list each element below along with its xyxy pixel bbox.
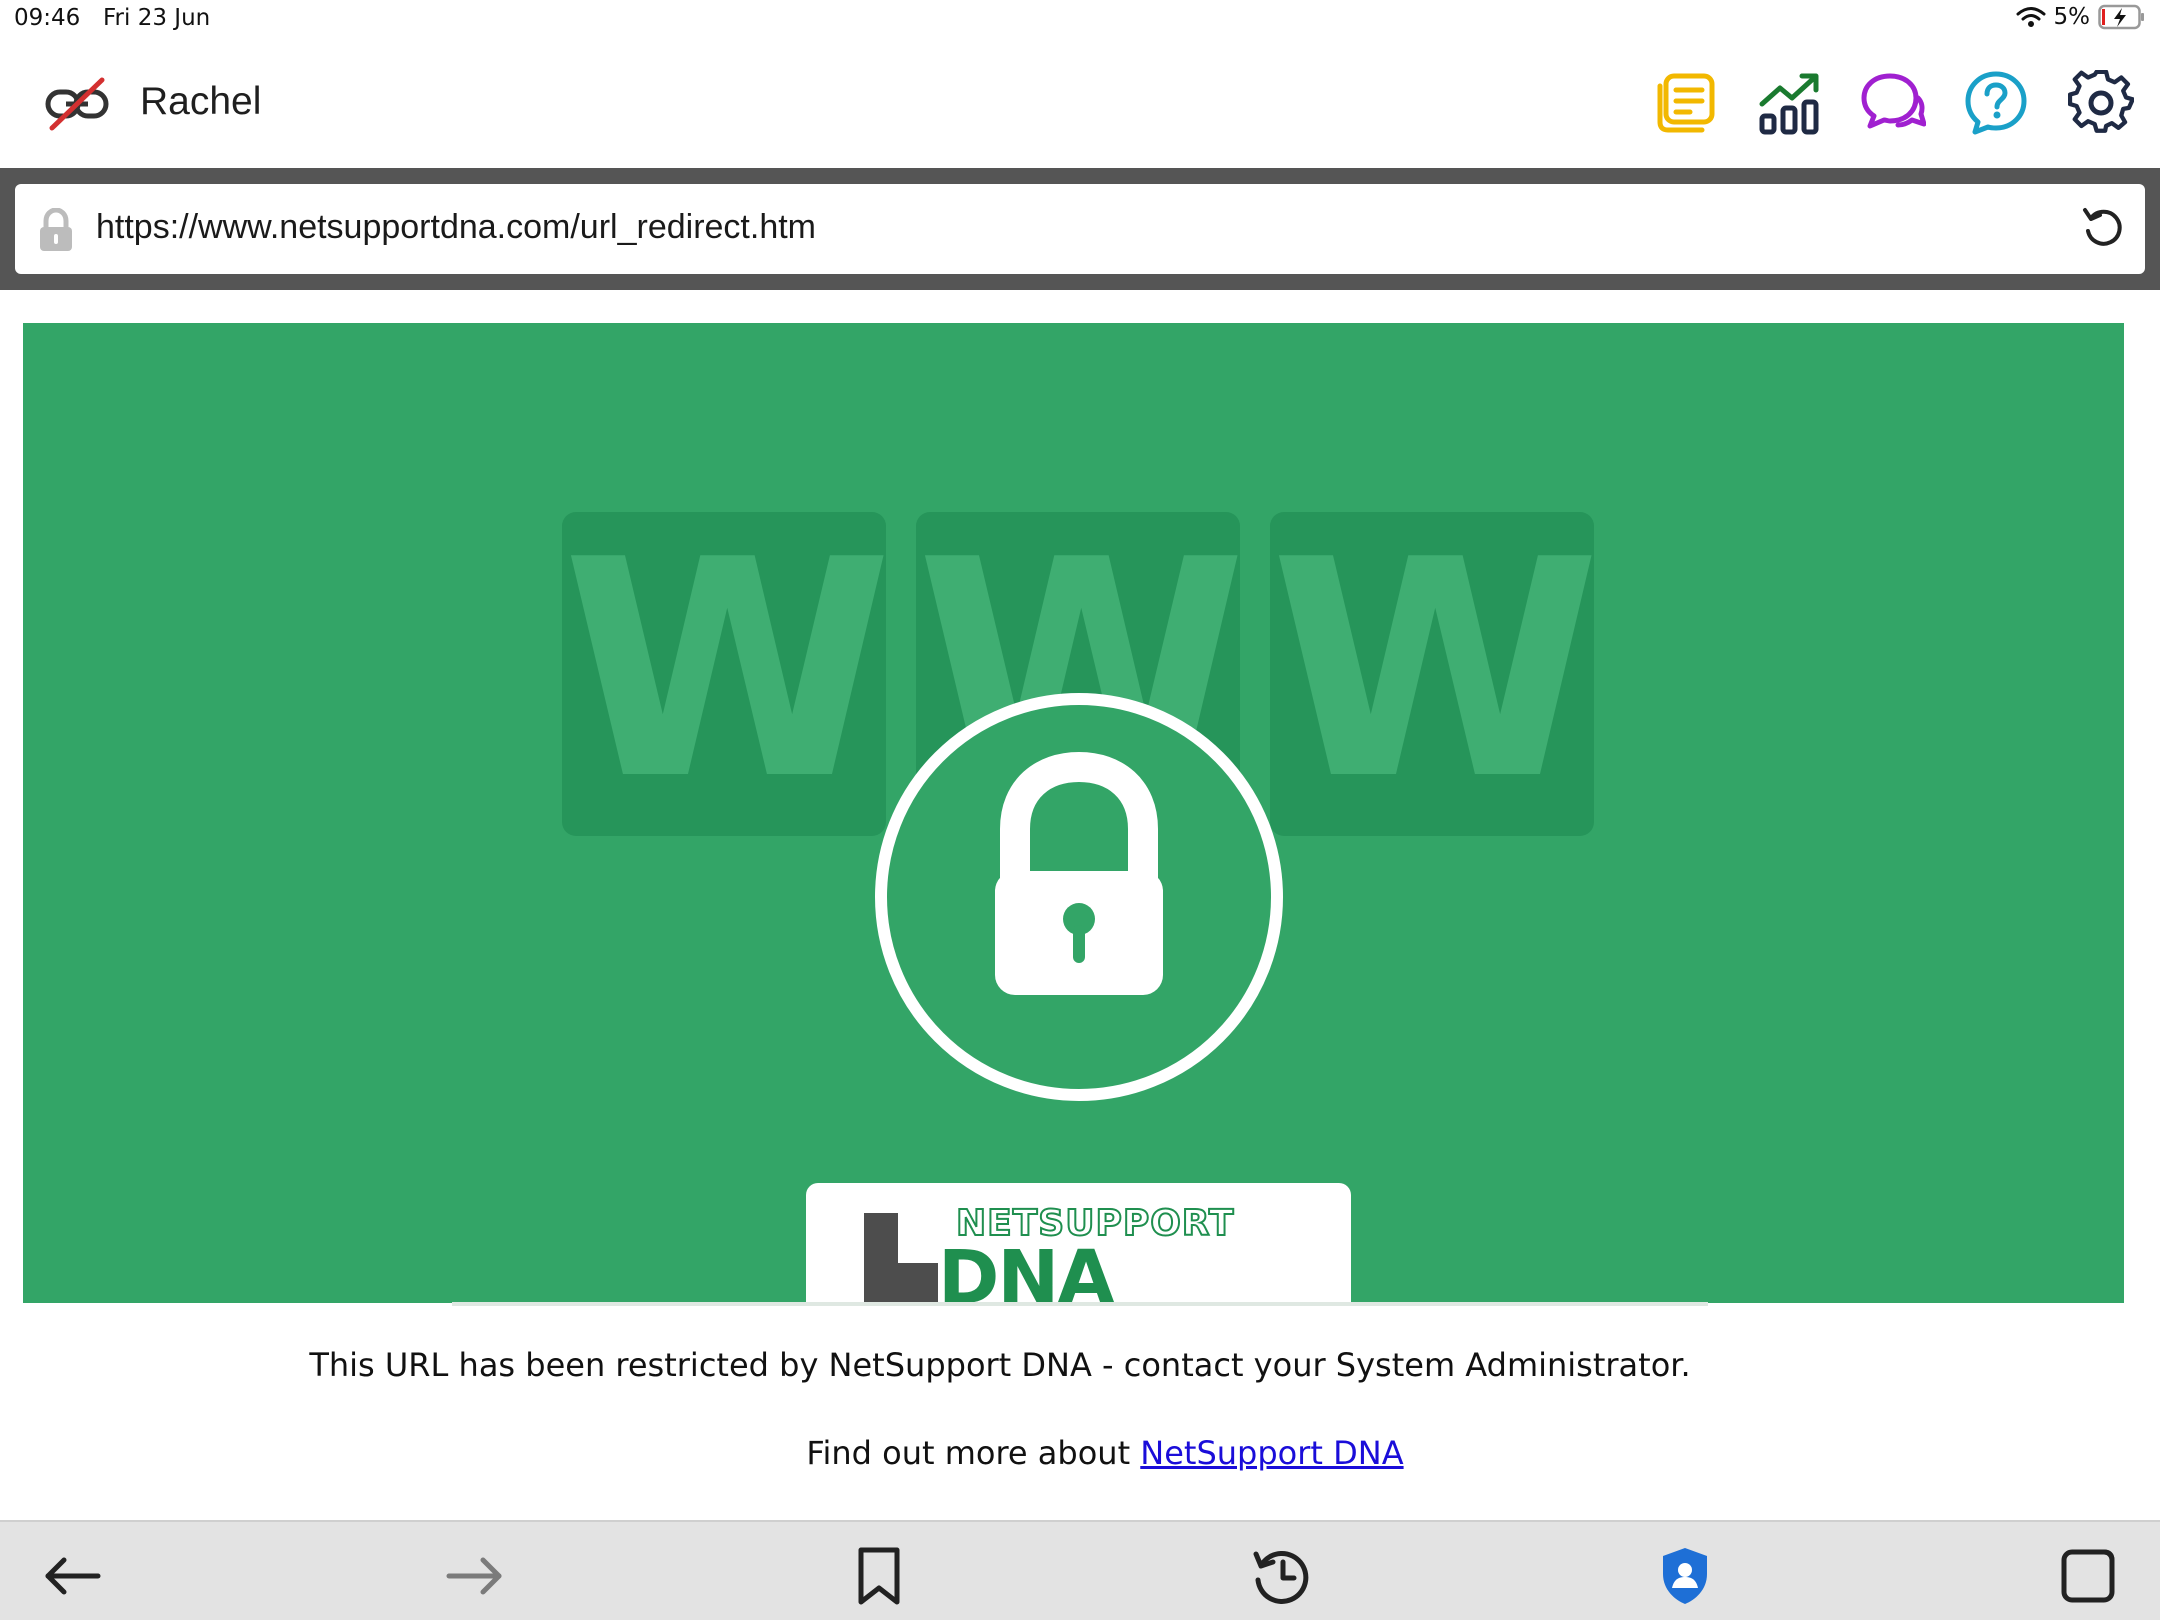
www-tile: W <box>562 496 893 845</box>
user-name: Rachel <box>140 80 262 123</box>
netsupport-dna-link[interactable]: NetSupport DNA <box>1140 1434 1403 1472</box>
battery-charging-icon <box>2098 4 2144 30</box>
www-tile: W <box>1270 496 1601 845</box>
status-date: Fri 23 Jun <box>103 5 211 31</box>
notes-icon[interactable] <box>1652 70 1718 136</box>
find-out-more-text: Find out more about <box>806 1434 1141 1472</box>
app-header: Rachel <box>0 40 2160 168</box>
help-icon[interactable] <box>1963 70 2029 136</box>
lock-circle-icon <box>875 693 1283 1101</box>
shield-user-icon[interactable] <box>1655 1546 1715 1606</box>
status-time: 09:46 <box>14 5 81 31</box>
logo-mark-small <box>898 1263 938 1303</box>
address-bar-container: https://www.netsupportdna.com/url_redire… <box>0 168 2160 290</box>
status-right: 5% <box>2016 4 2147 30</box>
banner-divider <box>452 1302 1708 1306</box>
logo-text-dna: DNA <box>938 1235 1115 1303</box>
back-icon[interactable] <box>42 1546 102 1606</box>
restriction-banner: W W W NETSUPPORT DNA <box>23 323 2124 1303</box>
bottom-toolbar <box>0 1520 2160 1620</box>
forward-icon[interactable] <box>445 1546 505 1606</box>
history-icon[interactable] <box>1252 1546 1312 1606</box>
chat-icon[interactable] <box>1860 70 1926 136</box>
padlock-icon <box>40 208 72 251</box>
tabs-icon[interactable] <box>2058 1546 2118 1606</box>
netsupport-dna-logo: NETSUPPORT DNA <box>806 1183 1351 1303</box>
restriction-message: This URL has been restricted by NetSuppo… <box>309 1346 1691 1384</box>
status-bar: 09:46 Fri 23 Jun 5% <box>0 0 2160 40</box>
reload-icon[interactable] <box>2079 204 2129 254</box>
www-letter: W <box>1270 496 1601 845</box>
url-text[interactable]: https://www.netsupportdna.com/url_redire… <box>96 208 816 247</box>
wifi-icon <box>2016 7 2045 27</box>
link-disconnected-icon[interactable] <box>44 76 110 132</box>
www-letter: W <box>562 496 893 845</box>
find-out-more: Find out more about NetSupport DNA <box>0 1434 2160 1472</box>
settings-icon[interactable] <box>2068 70 2134 136</box>
stats-icon[interactable] <box>1756 70 1822 136</box>
address-bar[interactable]: https://www.netsupportdna.com/url_redire… <box>15 184 2145 274</box>
logo-mark <box>864 1213 898 1303</box>
bookmark-icon[interactable] <box>849 1546 909 1606</box>
battery-percent: 5% <box>2053 4 2091 30</box>
